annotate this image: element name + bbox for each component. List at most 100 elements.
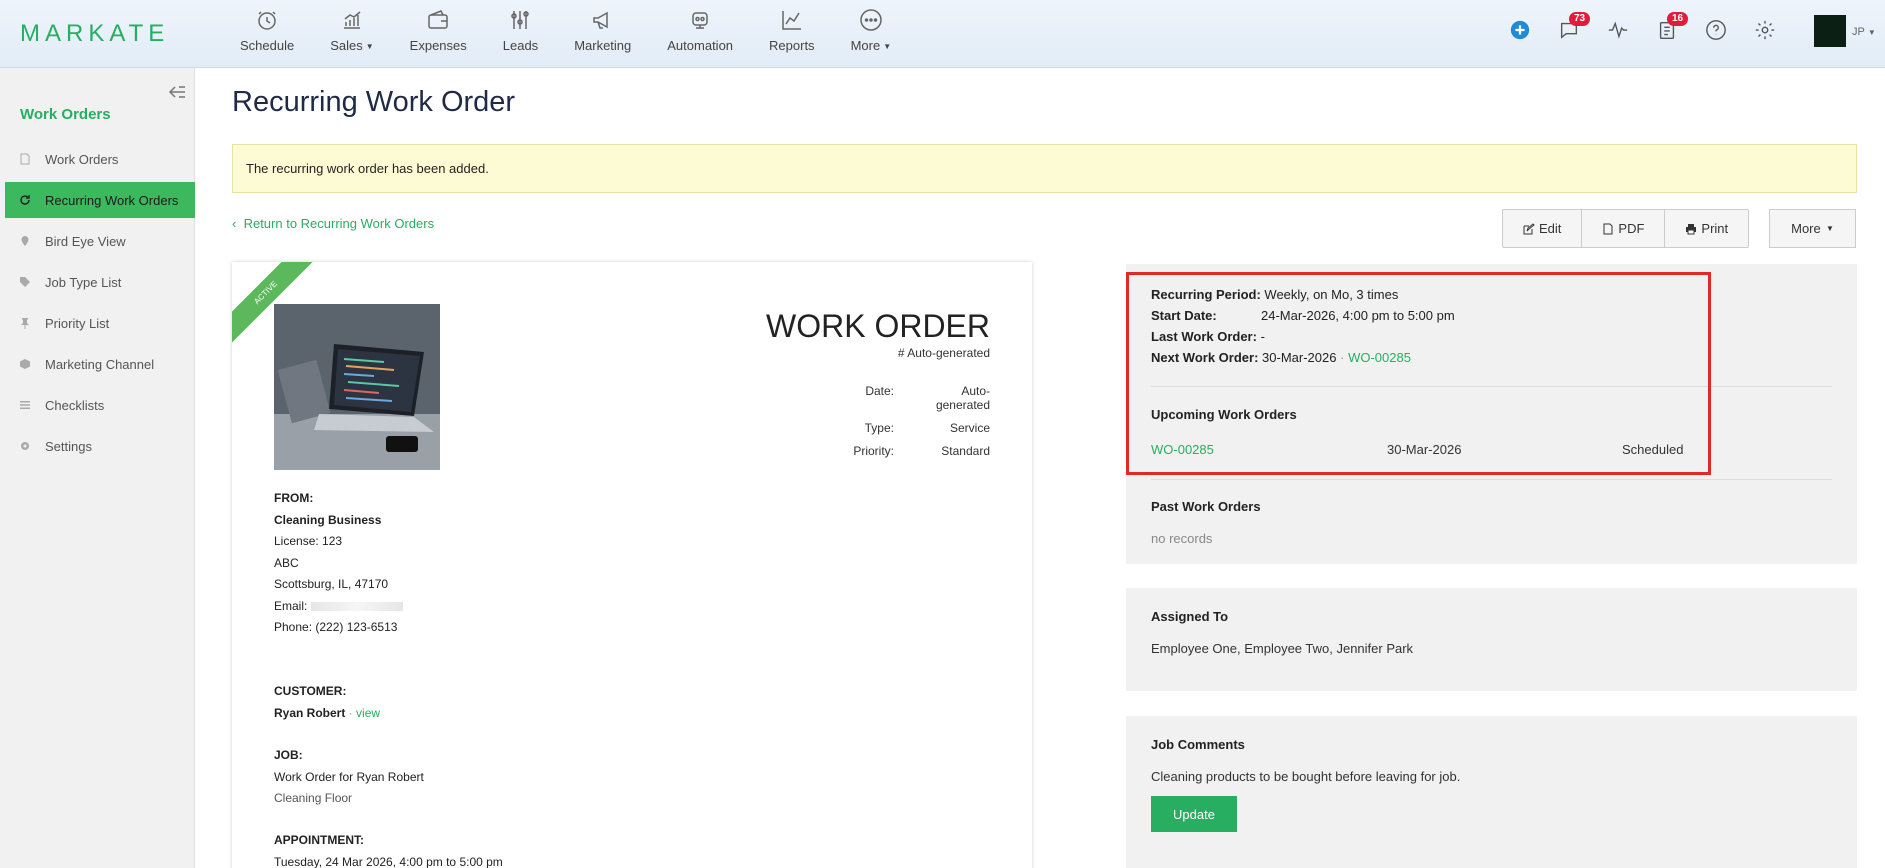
topbar-actions: 73 16 xyxy=(1508,12,1802,42)
customer-block: CUSTOMER: Ryan Robert · view xyxy=(274,681,380,724)
cube-icon xyxy=(20,359,30,369)
document-number: # Auto-generated xyxy=(897,346,990,360)
company-photo xyxy=(274,304,440,470)
nav-sales[interactable]: Sales ▼ xyxy=(312,8,391,53)
markate-logo[interactable]: MARKATE xyxy=(20,20,169,48)
settings-button[interactable] xyxy=(1753,18,1777,42)
success-alert: The recurring work order has been added. xyxy=(232,144,1857,193)
nav-label: Reports xyxy=(769,38,815,53)
highlight-box xyxy=(1126,272,1711,475)
meta-row: Type: Service xyxy=(794,421,990,435)
customer-row: Ryan Robert · view xyxy=(274,703,380,725)
edit-icon xyxy=(1523,222,1535,234)
nav-label: More xyxy=(850,38,881,53)
pdf-icon xyxy=(1603,223,1613,234)
caret-down-icon: ▼ xyxy=(1823,224,1834,233)
appointment-block: APPOINTMENT: Tuesday, 24 Mar 2026, 4:00 … xyxy=(274,830,503,868)
job-type: Cleaning Floor xyxy=(274,791,353,805)
separator: · xyxy=(348,705,353,720)
add-new-button[interactable] xyxy=(1508,18,1532,42)
sidebar-item-priority-list[interactable]: Priority List xyxy=(5,305,195,341)
from-block: FROM: Cleaning Business License: 123 ABC… xyxy=(274,488,403,639)
customer-label: CUSTOMER: xyxy=(274,684,347,698)
collapse-sidebar-icon[interactable] xyxy=(168,84,186,100)
pushpin-icon xyxy=(21,318,29,329)
sidebar-item-marketing-channel[interactable]: Marketing Channel xyxy=(5,346,195,382)
activity-button[interactable] xyxy=(1606,18,1630,42)
sidebar-item-work-orders[interactable]: Work Orders xyxy=(5,141,195,177)
sidebar-item-label: Marketing Channel xyxy=(45,356,155,372)
tag-icon xyxy=(20,277,30,287)
nav-label: Automation xyxy=(667,38,734,53)
wallet-icon xyxy=(428,10,448,29)
caret-down-icon: ▼ xyxy=(883,42,892,52)
sidebar-item-settings[interactable]: Settings xyxy=(5,428,195,464)
sidebar-item-job-type-list[interactable]: Job Type List xyxy=(5,264,195,300)
edit-button[interactable]: Edit xyxy=(1503,210,1583,247)
from-label: FROM: xyxy=(274,491,314,505)
meta-value: Service xyxy=(949,421,990,435)
from-email-label: Email: xyxy=(274,598,311,613)
gear-icon xyxy=(1755,20,1775,40)
clock-icon xyxy=(258,11,276,30)
update-button[interactable]: Update xyxy=(1151,796,1237,832)
job-block: JOB: Work Order for Ryan Robert Cleaning… xyxy=(274,745,424,810)
chevron-left-icon: ‹ xyxy=(232,216,240,231)
more-actions-button[interactable]: More ▼ xyxy=(1769,209,1856,248)
gear-icon xyxy=(21,442,29,450)
sidebar-item-label: Bird Eye View xyxy=(45,233,126,249)
nav-label: Marketing xyxy=(574,38,632,53)
pdf-button[interactable]: PDF xyxy=(1582,210,1666,247)
from-company: Cleaning Business xyxy=(274,512,382,527)
refresh-icon xyxy=(20,195,30,205)
return-link[interactable]: ‹ Return to Recurring Work Orders xyxy=(232,216,434,231)
customer-view-link[interactable]: view xyxy=(356,706,380,720)
comments-value: Cleaning products to be bought before le… xyxy=(1151,769,1461,784)
megaphone-icon xyxy=(592,11,608,29)
sidebar-item-label: Job Type List xyxy=(45,274,122,290)
appointment-value: Tuesday, 24 Mar 2026, 4:00 pm to 5:00 pm xyxy=(274,854,503,868)
messages-badge: 73 xyxy=(1569,12,1591,26)
document-icon xyxy=(20,153,30,165)
top-navbar: MARKATE Schedule Sales ▼ Expenses Leads M… xyxy=(0,0,1885,68)
from-email: Email: xyxy=(274,596,403,618)
print-button[interactable]: Print xyxy=(1665,210,1748,247)
alert-message: The recurring work order has been added. xyxy=(246,161,489,176)
help-icon xyxy=(1706,20,1726,40)
nav-expenses[interactable]: Expenses xyxy=(392,8,485,53)
divider xyxy=(1151,479,1832,480)
redacted-email xyxy=(310,601,403,611)
nav-reports[interactable]: Reports xyxy=(751,8,833,53)
caret-down-icon: ▼ xyxy=(1867,27,1876,37)
work-order-document: ACTIVE WORK ORDER # Auto-generated Date:… xyxy=(232,262,1032,868)
meta-value: Standard xyxy=(941,444,990,458)
pdf-label: PDF xyxy=(1618,221,1645,236)
caret-down-icon: ▼ xyxy=(365,42,374,52)
nav-automation[interactable]: Automation xyxy=(649,8,751,53)
sidebar-item-label: Settings xyxy=(45,438,92,454)
meta-key: Date: xyxy=(865,384,894,398)
sidebar-item-label: Priority List xyxy=(45,315,110,331)
nav-marketing[interactable]: Marketing xyxy=(556,8,649,53)
sliders-icon xyxy=(511,11,530,29)
sidebar: Work Orders Work Orders Recurring Work O… xyxy=(0,68,195,868)
meta-row: Date: Auto-generated xyxy=(794,384,990,412)
messages-button[interactable]: 73 xyxy=(1557,12,1591,42)
sidebar-item-bird-eye-view[interactable]: Bird Eye View xyxy=(5,223,195,259)
pulse-icon xyxy=(1608,21,1628,39)
page-title: Recurring Work Order xyxy=(232,86,516,118)
nav-leads[interactable]: Leads xyxy=(485,8,556,53)
meta-key: Priority: xyxy=(853,444,894,458)
nav-more[interactable]: More ▼ xyxy=(833,8,910,53)
sidebar-item-recurring-work-orders[interactable]: Recurring Work Orders xyxy=(5,182,195,218)
robot-icon xyxy=(692,12,708,29)
user-initials: JP xyxy=(1852,26,1865,38)
avatar[interactable] xyxy=(1814,15,1846,47)
help-button[interactable] xyxy=(1704,18,1728,42)
sidebar-item-checklists[interactable]: Checklists xyxy=(5,387,195,423)
meta-key: Type: xyxy=(864,421,894,435)
tasks-button[interactable]: 16 xyxy=(1655,12,1689,42)
customer-name: Ryan Robert xyxy=(274,705,346,720)
nav-schedule[interactable]: Schedule xyxy=(222,8,312,53)
nav-label: Leads xyxy=(502,38,539,53)
